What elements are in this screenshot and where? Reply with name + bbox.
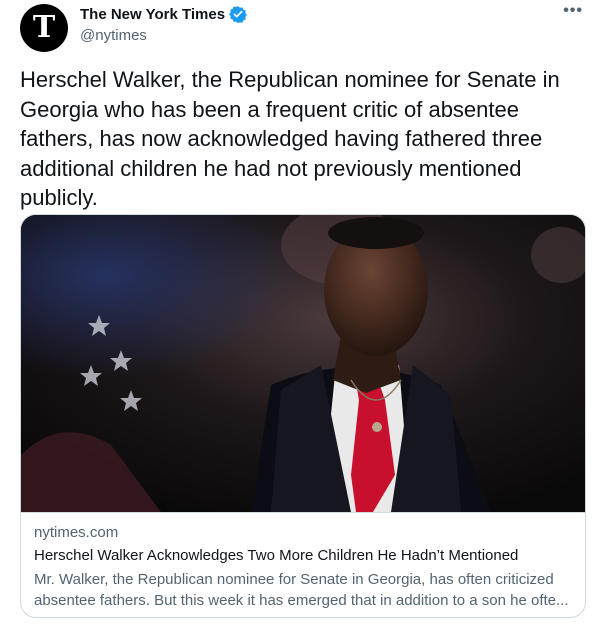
portrait-illustration: [21, 215, 585, 512]
nyt-logo-glyph: T: [32, 10, 56, 45]
card-description-line-1: Mr. Walker, the Republican nominee for S…: [34, 571, 554, 588]
verified-badge-icon: [229, 5, 247, 23]
tweet-header: The New York Times @nytimes: [80, 4, 247, 44]
handle[interactable]: @nytimes: [80, 27, 247, 44]
display-name[interactable]: The New York Times: [80, 6, 225, 23]
card-body: nytimes.com Herschel Walker Acknowledges…: [21, 512, 585, 611]
name-row: The New York Times: [80, 4, 247, 24]
card-domain: nytimes.com: [34, 524, 119, 541]
card-image: [21, 215, 585, 512]
avatar[interactable]: T: [20, 4, 68, 52]
card-description: Mr. Walker, the Republican nominee for S…: [34, 569, 574, 611]
card-description-line-2: absentee fathers. But this week it has e…: [34, 592, 569, 609]
tweet-text: Herschel Walker, the Republican nominee …: [20, 67, 560, 210]
tweet[interactable]: T The New York Times @nytimes ••• Hersch…: [0, 0, 609, 625]
more-options-icon[interactable]: •••: [563, 3, 583, 19]
link-card[interactable]: nytimes.com Herschel Walker Acknowledges…: [20, 214, 586, 618]
card-title[interactable]: Herschel Walker Acknowledges Two More Ch…: [34, 546, 572, 566]
